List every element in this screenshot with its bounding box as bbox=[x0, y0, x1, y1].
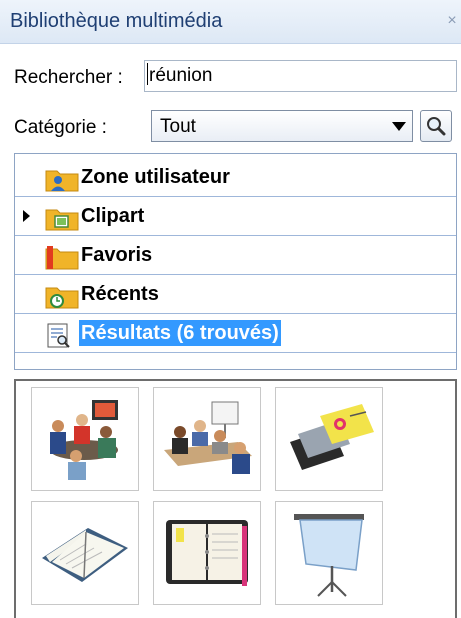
search-input-value: réunion bbox=[149, 65, 213, 86]
recent-folder-icon bbox=[45, 287, 79, 309]
category-selected-value: Tout bbox=[160, 116, 196, 137]
tree-item-recents[interactable]: Récents bbox=[15, 275, 456, 314]
projection-screen-clipart bbox=[294, 514, 364, 597]
meeting-videoconference-clipart bbox=[50, 400, 118, 480]
clipart-folder-icon bbox=[45, 209, 79, 231]
category-tree: Zone utilisateur Clipart Favoris Récents bbox=[14, 153, 457, 370]
result-thumbnail-3[interactable] bbox=[275, 387, 383, 491]
open-agenda-clipart bbox=[42, 528, 128, 582]
tree-item-label: Zone utilisateur bbox=[81, 166, 230, 188]
organizer-binder-clipart bbox=[166, 520, 248, 586]
search-button[interactable] bbox=[420, 110, 452, 142]
category-select[interactable]: Tout bbox=[151, 110, 413, 142]
business-cards-clipart bbox=[290, 404, 374, 470]
search-input[interactable]: réunion bbox=[144, 60, 457, 92]
result-thumbnail-2[interactable] bbox=[153, 387, 261, 491]
tree-item-favoris[interactable]: Favoris bbox=[15, 236, 456, 275]
result-thumbnail-1[interactable] bbox=[31, 387, 139, 491]
text-caret bbox=[147, 63, 148, 85]
tree-item-label: Résultats (6 trouvés) bbox=[79, 320, 281, 346]
result-thumbnail-6[interactable] bbox=[275, 501, 383, 605]
close-icon[interactable]: × bbox=[445, 13, 459, 29]
results-gallery bbox=[14, 379, 457, 618]
search-results-icon bbox=[47, 323, 70, 348]
tree-item-zone-utilisateur[interactable]: Zone utilisateur bbox=[15, 158, 456, 197]
meeting-presentation-clipart bbox=[164, 401, 252, 474]
favorites-folder-icon bbox=[45, 246, 79, 270]
result-thumbnail-4[interactable] bbox=[31, 501, 139, 605]
expand-arrow-icon[interactable] bbox=[23, 210, 30, 222]
tree-item-clipart[interactable]: Clipart bbox=[15, 197, 456, 236]
search-label: Rechercher : bbox=[14, 67, 123, 88]
user-folder-icon bbox=[45, 170, 79, 192]
panel-title: Bibliothèque multimédia bbox=[10, 10, 223, 32]
result-thumbnail-5[interactable] bbox=[153, 501, 261, 605]
tree-item-label: Récents bbox=[81, 283, 159, 305]
chevron-down-icon[interactable] bbox=[392, 122, 406, 131]
magnifier-icon bbox=[427, 117, 446, 136]
tree-item-label: Favoris bbox=[81, 244, 153, 266]
tree-item-resultats[interactable]: Résultats (6 trouvés) bbox=[15, 314, 456, 353]
category-label: Catégorie : bbox=[14, 117, 107, 138]
tree-item-label: Clipart bbox=[81, 205, 145, 227]
panel-titlebar: Bibliothèque multimédia × bbox=[0, 0, 461, 44]
